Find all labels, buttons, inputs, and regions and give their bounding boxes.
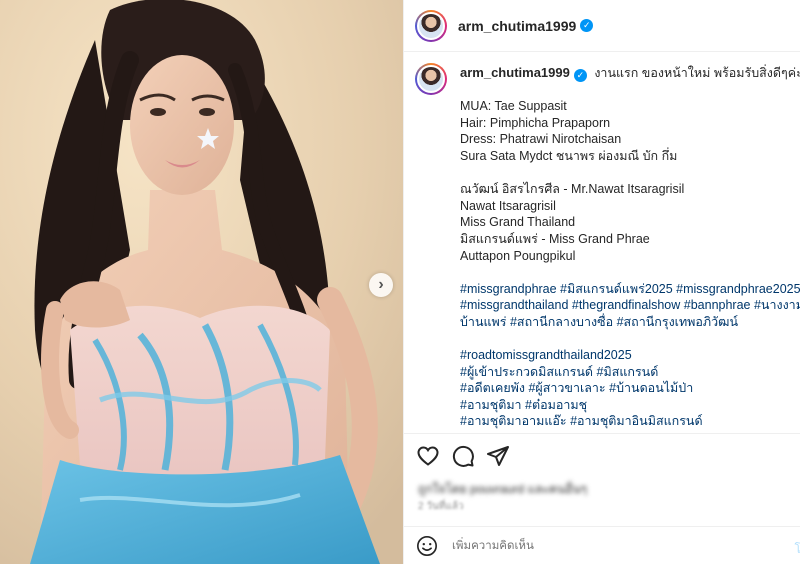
caption-username[interactable]: arm_chutima1999 <box>460 65 570 80</box>
avatar[interactable] <box>415 9 447 42</box>
hashtag-line[interactable]: #missgrandthailand #thegrandfinalshow #b… <box>460 297 800 314</box>
hashtag-line[interactable]: #อามชุติมา #ต๋อมอามชุ <box>460 397 800 414</box>
verified-badge-icon: ✓ <box>573 68 587 82</box>
hashtag-line[interactable]: #อามชุติมาอามแอ๊ะ #อามชุติมาอินมิสแกรนด์ <box>460 413 800 430</box>
chevron-right-icon: › <box>378 276 384 293</box>
comment-input[interactable]: เพิ่มความคิดเห็น <box>452 537 534 555</box>
caption-text: arm_chutima1999 ✓ งานแรก ของหน้าใหม่ พร้อ… <box>460 63 800 430</box>
action-bar <box>404 433 800 477</box>
verified-badge-icon: ✓ <box>580 19 594 32</box>
carousel-next-button[interactable]: › <box>369 273 393 297</box>
people-line: ณวัฒน์ อิสรไกรศีล - Mr.Nawat Itsaragrisi… <box>460 182 685 197</box>
hashtag-line[interactable]: #อดีตเคยพัง #ผู้สาวขาเลาะ #บ้านดอนไม้ป่า <box>460 380 800 397</box>
comment-icon[interactable] <box>451 444 475 468</box>
hashtag-line[interactable]: #roadtomissgrandthailand2025 <box>460 347 800 364</box>
caption-avatar[interactable] <box>415 63 447 95</box>
credit-line: Hair: Pimphicha Prapaporn <box>460 115 611 130</box>
credit-line: Dress: Phatrawi Nirotchaisan <box>460 132 622 147</box>
credit-line: MUA: Tae Suppasit <box>460 99 567 114</box>
post-side-panel: arm_chutima1999 ✓ arm_chutima1999 ✓ งานแร… <box>403 0 800 564</box>
people-line: Auttapon Poungpikul <box>460 248 576 263</box>
post-photo[interactable]: › <box>0 0 403 564</box>
share-icon[interactable] <box>486 444 510 468</box>
people-line: Nawat Itsaragrisil <box>460 198 556 213</box>
hashtag-line[interactable]: #ผู้เข้าประกวดมิสแกรนด์ #มิสแกรนด์ <box>460 364 800 381</box>
caption-area: arm_chutima1999 ✓ งานแรก ของหน้าใหม่ พร้อ… <box>415 63 800 431</box>
post-header: arm_chutima1999 ✓ <box>404 0 800 52</box>
comment-bar: เพิ่มความคิดเห็น โ <box>404 526 800 564</box>
likes-summary[interactable]: ถูกใจโดย pouvraurd และคนอื่นๆ <box>418 480 587 499</box>
people-line: Miss Grand Thailand <box>460 215 576 230</box>
people-line: มิสแกรนด์แพร่ - Miss Grand Phrae <box>460 231 650 246</box>
photo-illustration <box>0 0 403 564</box>
header-username[interactable]: arm_chutima1999 <box>458 18 576 34</box>
caption-first-line: งานแรก ของหน้าใหม่ พร้อมรับสิ่งดีๆค่ะ <box>594 66 800 80</box>
hashtag-line[interactable]: บ้านแพร่ #สถานีกลางบางซื่อ #สถานีกรุงเทพ… <box>460 314 800 331</box>
credit-line: Sura Sata Mydct ชนาพร ผ่องมณี บัก กึ่ม <box>460 148 678 163</box>
post-comment-button[interactable]: โ <box>795 540 800 559</box>
heart-icon[interactable] <box>416 444 440 468</box>
post-timestamp: 2 วันที่แล้ว <box>418 501 464 512</box>
hashtag-line[interactable]: #missgrandphrae #มิสแกรนด์แพร่2025 #miss… <box>460 281 800 298</box>
emoji-icon[interactable] <box>416 535 438 557</box>
